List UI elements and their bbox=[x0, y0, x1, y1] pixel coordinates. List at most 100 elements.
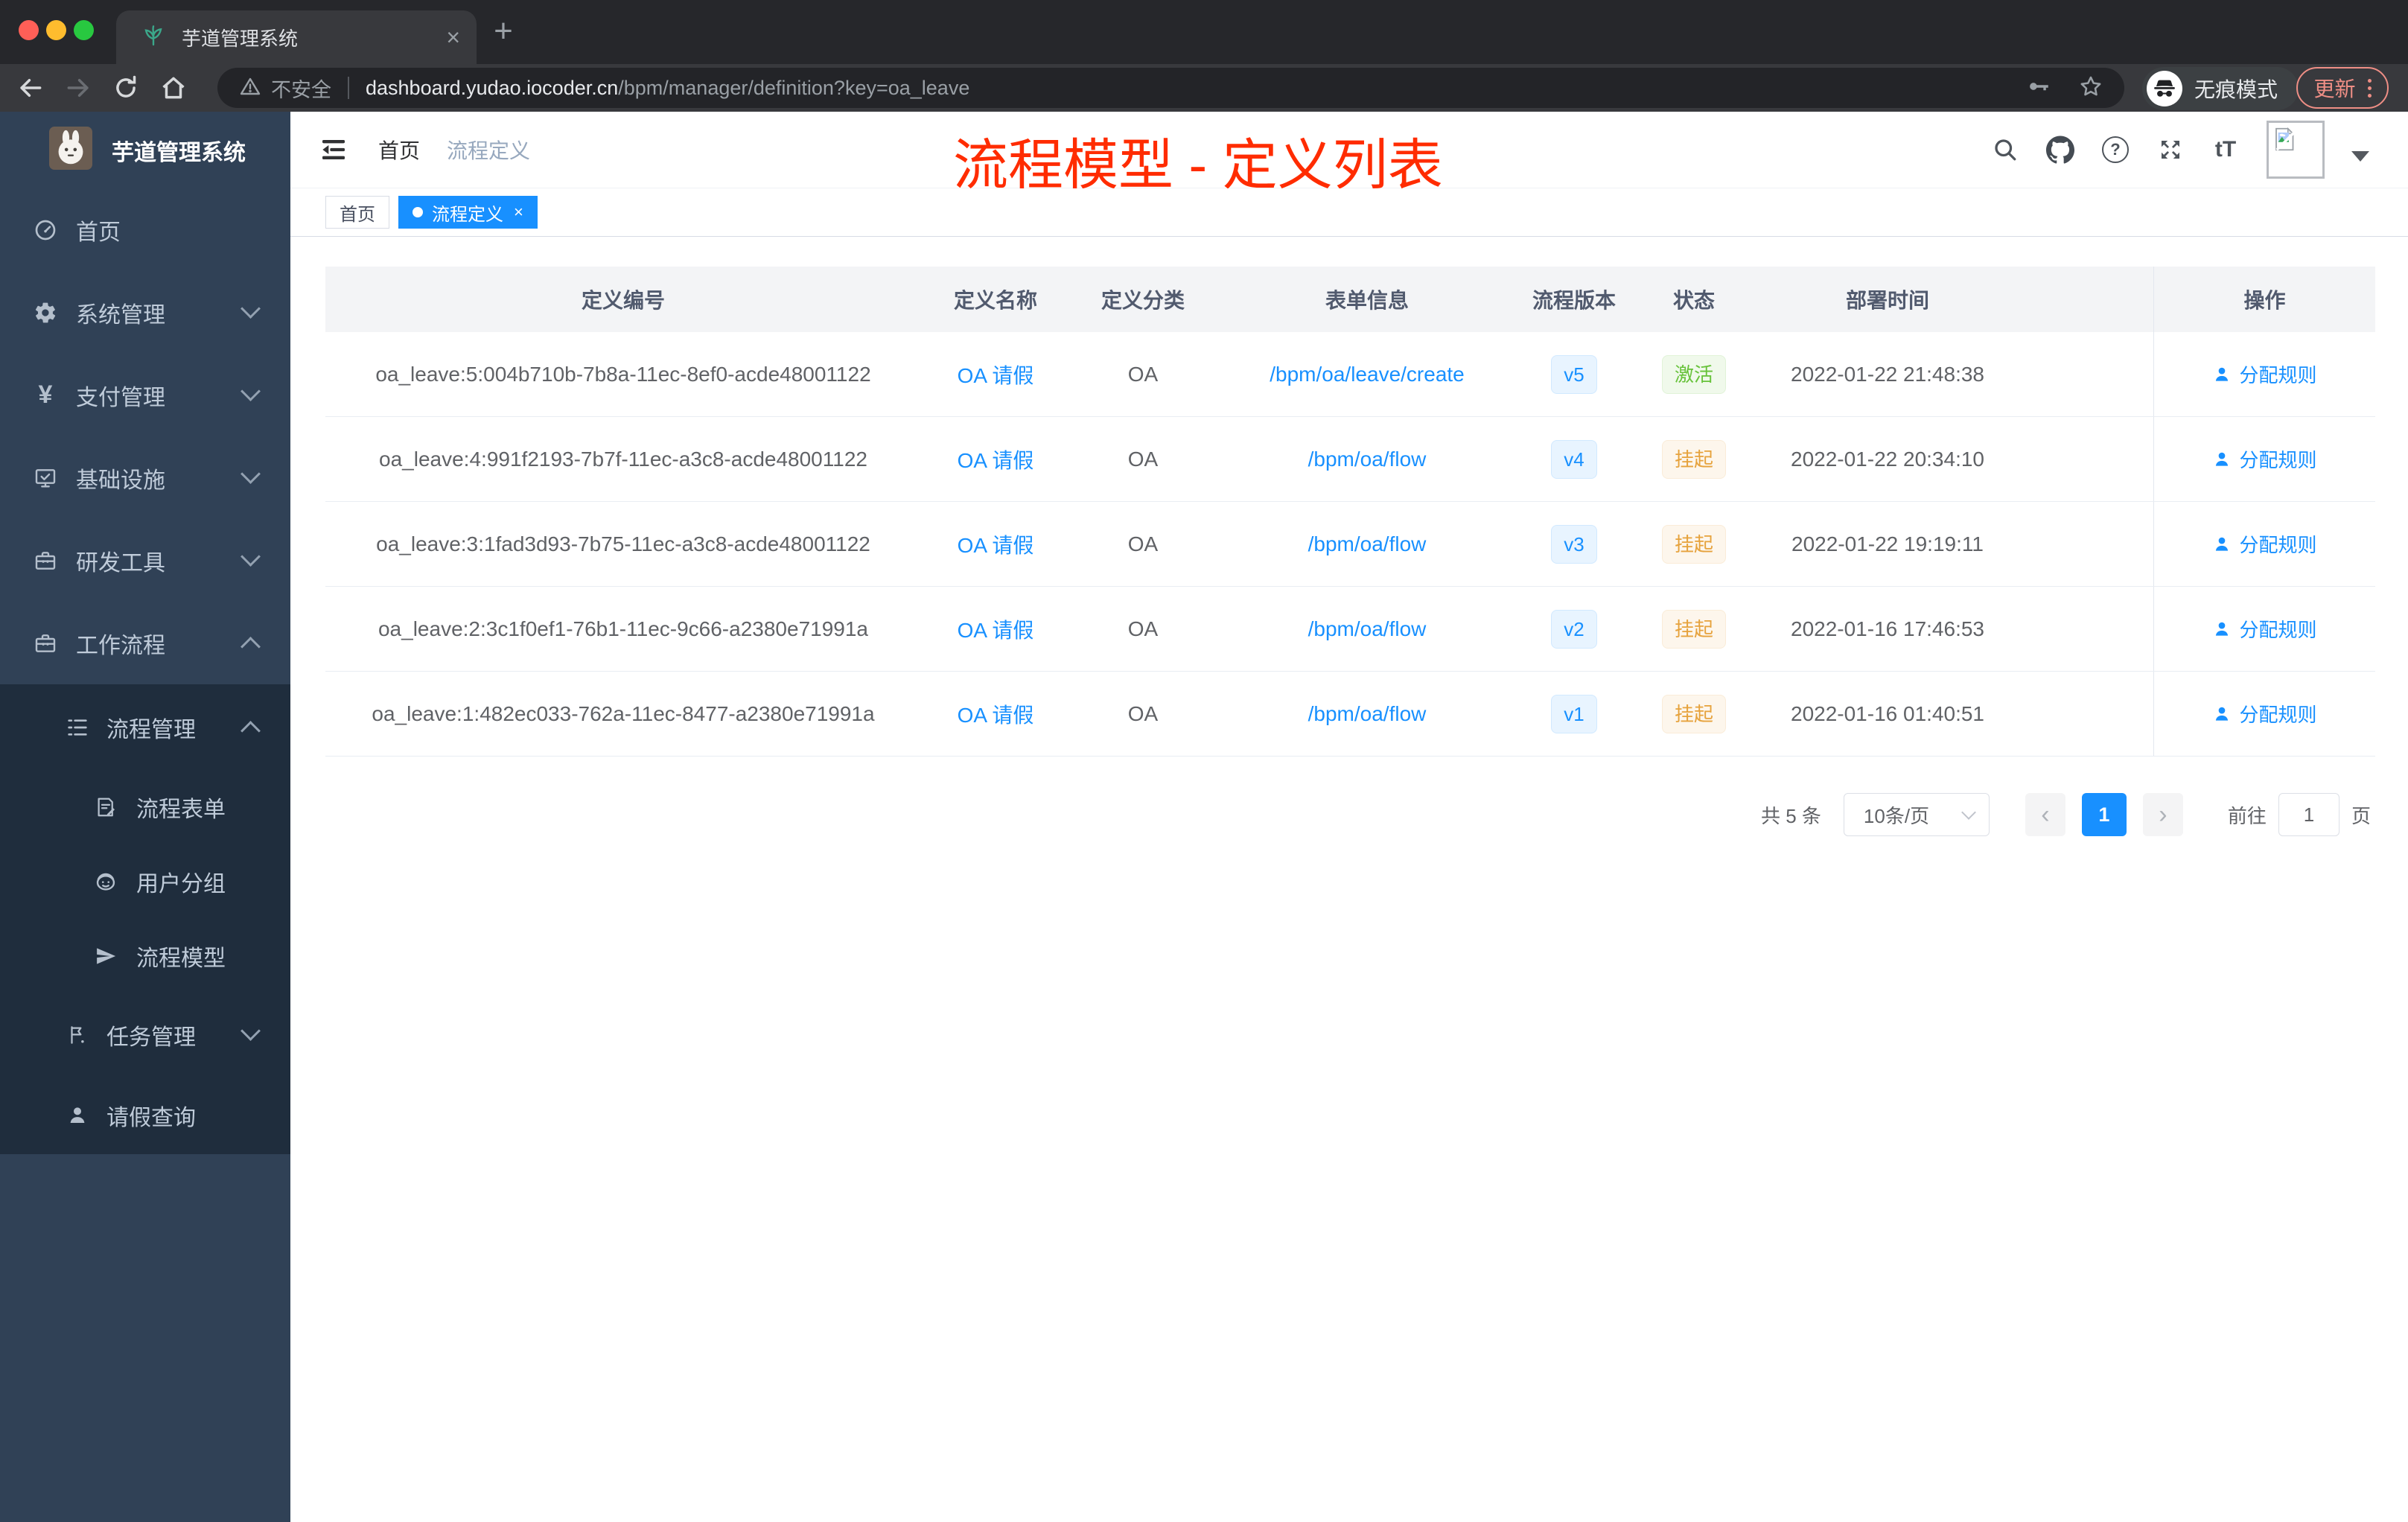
assign-rule-button[interactable]: 分配规则 bbox=[2212, 530, 2317, 558]
next-page-button[interactable]: › bbox=[2142, 793, 2183, 836]
goto-page-input[interactable] bbox=[2278, 793, 2339, 836]
breadcrumb-current: 流程定义 bbox=[447, 139, 531, 162]
app: 芋道管理系统 首页 系统管理 ¥ 支付管理 基础设施 研发工具 工作流程 流程管… bbox=[0, 112, 2408, 1522]
back-icon[interactable] bbox=[16, 74, 45, 102]
breadcrumb-home[interactable]: 首页 bbox=[378, 135, 420, 165]
sidebar-item-process-model[interactable]: 流程模型 bbox=[0, 919, 290, 993]
sidebar-item-system[interactable]: 系统管理 bbox=[0, 271, 290, 354]
close-window-button[interactable] bbox=[19, 20, 39, 40]
definition-name-link[interactable]: OA 请假 bbox=[958, 699, 1034, 729]
tag-home[interactable]: 首页 bbox=[325, 196, 389, 229]
definition-name-link[interactable]: OA 请假 bbox=[958, 614, 1034, 644]
page-number-button[interactable]: 1 bbox=[2081, 793, 2127, 836]
new-tab-button[interactable]: + bbox=[485, 13, 521, 49]
sidebar-item-process-management[interactable]: 流程管理 bbox=[0, 684, 290, 770]
sidebar-item-payment[interactable]: ¥ 支付管理 bbox=[0, 354, 290, 436]
sidebar-item-task-management[interactable]: 任务管理 bbox=[0, 993, 290, 1076]
prev-page-button[interactable]: ‹ bbox=[2025, 793, 2065, 836]
paper-plane-icon bbox=[93, 943, 118, 969]
sidebar-item-dev-tools[interactable]: 研发工具 bbox=[0, 519, 290, 602]
security-warning-icon[interactable] bbox=[238, 74, 262, 102]
content-area: 定义编号 定义名称 定义分类 表单信息 流程版本 状态 部署时间 操作 oa_l… bbox=[290, 237, 2408, 1522]
definition-category: OA bbox=[1127, 701, 1159, 725]
sidebar-item-home[interactable]: 首页 bbox=[0, 188, 290, 271]
browser-update-button[interactable]: 更新 bbox=[2296, 67, 2389, 109]
avatar-caret-icon[interactable] bbox=[2351, 151, 2369, 162]
definition-name-link[interactable]: OA 请假 bbox=[958, 360, 1034, 389]
sidebar-item-process-form[interactable]: 流程表单 bbox=[0, 770, 290, 844]
gear-icon bbox=[33, 300, 58, 325]
top-navbar: 首页 流程定义 流程模型 - 定义列表 ? tT bbox=[290, 112, 2408, 196]
definition-id: oa_leave:2:3c1f0ef1-76b1-11ec-9c66-a2380… bbox=[378, 617, 868, 640]
browser-menu-icon[interactable] bbox=[2367, 78, 2372, 98]
tab-close-icon[interactable]: × bbox=[446, 25, 460, 49]
sidebar-item-workflow[interactable]: 工作流程 bbox=[0, 602, 290, 684]
table-row: oa_leave:5:004b710b-7b8a-11ec-8ef0-acde4… bbox=[325, 332, 2375, 417]
sidebar: 芋道管理系统 首页 系统管理 ¥ 支付管理 基础设施 研发工具 工作流程 流程管… bbox=[0, 112, 290, 1522]
form-link[interactable]: /bpm/oa/flow bbox=[1308, 702, 1427, 726]
deploy-time: 2022-01-22 20:34:10 bbox=[1791, 447, 1984, 471]
col-gap bbox=[2017, 672, 2153, 756]
page-size-select[interactable]: 10条/页 bbox=[1843, 793, 1990, 836]
address-bar[interactable]: 不安全 dashboard.yudao.iocoder.cn/bpm/manag… bbox=[217, 68, 2124, 108]
sidebar-item-leave-query[interactable]: 请假查询 bbox=[0, 1076, 290, 1154]
form-link[interactable]: /bpm/oa/flow bbox=[1308, 617, 1427, 641]
security-label: 不安全 bbox=[271, 78, 331, 101]
definition-id: oa_leave:4:991f2193-7b7f-11ec-a3c8-acde4… bbox=[379, 447, 867, 471]
table-row: oa_leave:4:991f2193-7b7f-11ec-a3c8-acde4… bbox=[325, 417, 2375, 502]
minimize-window-button[interactable] bbox=[46, 20, 66, 40]
navbar-actions: ? tT bbox=[1991, 112, 2369, 188]
table-header-row: 定义编号 定义名称 定义分类 表单信息 流程版本 状态 部署时间 操作 bbox=[325, 267, 2375, 332]
assign-rule-button[interactable]: 分配规则 bbox=[2212, 360, 2317, 388]
version-badge: v2 bbox=[1551, 609, 1597, 649]
version-badge: v4 bbox=[1551, 439, 1597, 479]
breadcrumb: 首页 流程定义 bbox=[378, 112, 530, 188]
hamburger-icon[interactable] bbox=[319, 135, 348, 165]
table-row: oa_leave:1:482ec033-762a-11ec-8477-a2380… bbox=[325, 672, 2375, 757]
chevron-down-icon bbox=[241, 381, 261, 401]
form-link[interactable]: /bpm/oa/flow bbox=[1308, 448, 1427, 471]
definition-id: oa_leave:5:004b710b-7b8a-11ec-8ef0-acde4… bbox=[375, 362, 871, 386]
sidebar-item-infrastructure[interactable]: 基础设施 bbox=[0, 436, 290, 519]
incognito-icon bbox=[2147, 71, 2182, 106]
definition-name-link[interactable]: OA 请假 bbox=[958, 445, 1034, 474]
sidebar-logo[interactable]: 芋道管理系统 bbox=[0, 112, 290, 188]
table-row: oa_leave:3:1fad3d93-7b75-11ec-a3c8-acde4… bbox=[325, 502, 2375, 587]
tab-title: 芋道管理系统 bbox=[182, 27, 299, 50]
tag-process-definition[interactable]: 流程定义 × bbox=[398, 196, 538, 229]
sidebar-item-user-group[interactable]: 用户分组 bbox=[0, 844, 290, 919]
form-link[interactable]: /bpm/oa/leave/create bbox=[1270, 363, 1465, 386]
password-key-icon[interactable] bbox=[2026, 74, 2051, 103]
url-domain: dashboard.yudao.iocoder.cn bbox=[366, 76, 619, 99]
favicon-seedling-icon bbox=[141, 24, 165, 51]
bookmark-star-icon[interactable] bbox=[2078, 74, 2103, 103]
font-size-icon[interactable]: tT bbox=[2211, 136, 2240, 164]
form-link[interactable]: /bpm/oa/flow bbox=[1308, 532, 1427, 556]
page-unit-label: 页 bbox=[2351, 804, 2371, 827]
tag-close-icon[interactable]: × bbox=[514, 203, 523, 222]
assign-rule-button[interactable]: 分配规则 bbox=[2212, 615, 2317, 643]
logo-avatar bbox=[49, 127, 92, 173]
user-group-icon bbox=[93, 869, 118, 894]
app-title: 芋道管理系统 bbox=[112, 140, 246, 165]
col-gap bbox=[2017, 587, 2153, 671]
home-icon[interactable] bbox=[159, 74, 188, 102]
monitor-icon bbox=[33, 465, 58, 491]
reload-icon[interactable] bbox=[112, 74, 140, 102]
help-icon[interactable]: ? bbox=[2101, 136, 2130, 164]
maximize-window-button[interactable] bbox=[74, 20, 94, 40]
assign-rule-button[interactable]: 分配规则 bbox=[2212, 445, 2317, 473]
definition-name-link[interactable]: OA 请假 bbox=[958, 529, 1034, 559]
update-label[interactable]: 更新 bbox=[2313, 73, 2355, 103]
browser-tab[interactable]: 芋道管理系统 × bbox=[116, 10, 477, 64]
sidebar-item-label: 用户分组 bbox=[136, 872, 226, 897]
pagination: 共 5 条 10条/页 ‹ 1 › 前往 页 bbox=[1761, 792, 2371, 838]
sidebar-item-label: 系统管理 bbox=[76, 302, 165, 328]
forward-icon[interactable] bbox=[64, 74, 92, 102]
assign-rule-button[interactable]: 分配规则 bbox=[2212, 700, 2317, 727]
fullscreen-icon[interactable] bbox=[2156, 136, 2185, 164]
user-avatar[interactable] bbox=[2267, 121, 2325, 179]
search-icon[interactable] bbox=[1991, 136, 2019, 164]
github-icon[interactable] bbox=[2046, 136, 2074, 164]
version-badge: v1 bbox=[1551, 694, 1597, 733]
